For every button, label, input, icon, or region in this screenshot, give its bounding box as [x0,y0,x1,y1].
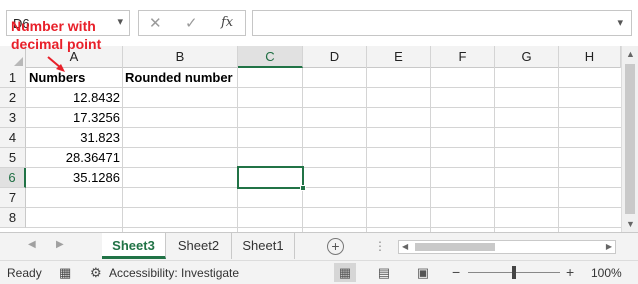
scroll-left-icon[interactable]: ◀ [402,242,408,251]
horizontal-scrollbar[interactable]: ◀ ▶ [398,240,616,254]
zoom-in-button[interactable]: + [566,264,574,280]
insert-function-icon[interactable]: fx [221,15,233,30]
column-header-e[interactable]: E [367,46,431,68]
cell-a1[interactable]: Numbers [29,68,121,88]
row-header-4[interactable]: 4 [0,128,26,148]
cell-a4[interactable]: 31.823 [26,128,120,148]
tab-sheet3[interactable]: Sheet3 [102,233,166,259]
accessibility-status[interactable]: Accessibility: Investigate [109,266,239,280]
tab-scroll-right-icon[interactable]: ▶ [56,239,64,250]
normal-view-button[interactable]: ▦ [334,263,356,282]
cell-a3[interactable]: 17.3256 [26,108,120,128]
column-header-f[interactable]: F [431,46,495,68]
worksheet-grid: A B C D E F G H 1 2 3 4 5 6 7 8 Numbers … [0,46,638,232]
row-header-6[interactable]: 6 [0,168,26,188]
row-header-8[interactable]: 8 [0,208,26,228]
status-ready: Ready [7,266,42,280]
page-break-view-button[interactable]: ▣ [412,263,434,282]
page-layout-view-button[interactable]: ▤ [373,263,395,282]
more-options-icon[interactable]: ⋮ [374,239,387,253]
row-header-7[interactable]: 7 [0,188,26,208]
cell-mode-icon[interactable]: ▦ [59,265,71,281]
scroll-right-icon[interactable]: ▶ [606,242,612,251]
zoom-out-button[interactable]: − [452,264,460,280]
row-header-2[interactable]: 2 [0,88,26,108]
scroll-down-icon[interactable]: ▼ [626,219,635,229]
column-header-b[interactable]: B [123,46,238,68]
cell-a5[interactable]: 28.36471 [26,148,120,168]
cell-a6[interactable]: 35.1286 [26,168,120,188]
annotation-line-2: decimal point [11,36,102,52]
row-header-5[interactable]: 5 [0,148,26,168]
zoom-level[interactable]: 100% [591,266,622,280]
column-header-d[interactable]: D [303,46,367,68]
row-header-1[interactable]: 1 [0,68,26,88]
cell-area[interactable]: Numbers Rounded number 12.8432 17.3256 3… [26,68,638,232]
cell-b1[interactable]: Rounded number [125,68,240,88]
fill-handle[interactable] [300,185,306,191]
cancel-icon[interactable]: ✕ [149,14,162,32]
status-bar: Ready ▦ ⚙ Accessibility: Investigate ▦ ▤… [0,260,638,284]
add-sheet-button[interactable]: + [327,238,344,255]
column-header-h[interactable]: H [559,46,621,68]
vertical-scrollbar[interactable]: ▲ ▼ [621,46,638,232]
column-header-c[interactable]: C [238,46,303,68]
annotation-line-1: Number with [11,18,96,34]
annotation-arrow-icon [47,56,65,72]
horizontal-scroll-thumb[interactable] [415,243,495,251]
tab-sheet2[interactable]: Sheet2 [166,233,232,259]
tab-sheet1[interactable]: Sheet1 [232,233,295,259]
accessibility-icon[interactable]: ⚙ [90,265,102,281]
expand-formula-bar-icon[interactable]: ▾ [617,16,623,29]
enter-icon[interactable]: ✓ [185,14,198,32]
active-cell-selection[interactable] [237,166,306,191]
annotation-label: Number with decimal point [11,17,121,53]
column-header-g[interactable]: G [495,46,559,68]
zoom-slider-thumb[interactable] [512,266,516,279]
scroll-up-icon[interactable]: ▲ [626,49,635,59]
sheet-tabs-bar: ◀ ▶ Sheet3 Sheet2 Sheet1 + ⋮ ◀ ▶ [0,232,638,260]
cell-a2[interactable]: 12.8432 [26,88,120,108]
row-header-3[interactable]: 3 [0,108,26,128]
vertical-scroll-thumb[interactable] [625,64,635,214]
formula-input[interactable]: ▾ [252,10,632,36]
tab-scroll-left-icon[interactable]: ◀ [28,239,36,250]
formula-buttons: ✕ ✓ fx [138,10,246,36]
